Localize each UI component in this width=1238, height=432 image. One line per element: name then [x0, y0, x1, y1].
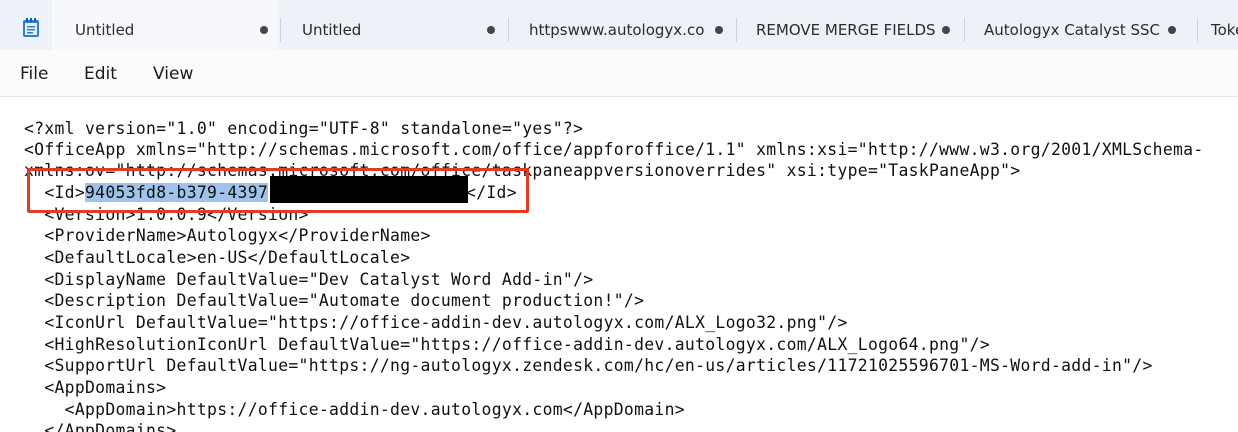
tab-title: Autologyx Catalyst SSC	[984, 21, 1160, 39]
menu-file[interactable]: File	[20, 64, 48, 84]
tab-title: httpswww.autologyx.co	[529, 21, 705, 39]
tab-separator	[736, 18, 737, 42]
tab-autologyx-catalyst-ssc[interactable]: Autologyx Catalyst SSC	[964, 0, 1190, 50]
editor-line: <?xml version="1.0" encoding="UTF-8" sta…	[24, 119, 584, 138]
annotation-highlight-box	[27, 168, 529, 213]
menu-view[interactable]: View	[153, 64, 193, 84]
tab-remove-merge-fields[interactable]: REMOVE MERGE FIELDS	[736, 0, 962, 50]
editor-line: </AppDomains>	[24, 421, 177, 432]
tab-separator	[508, 18, 509, 42]
unsaved-dot-icon[interactable]	[487, 26, 495, 34]
editor-line: <SupportUrl DefaultValue="https://ng-aut…	[24, 356, 1153, 375]
unsaved-dot-icon[interactable]	[942, 26, 950, 34]
unsaved-dot-icon[interactable]	[715, 26, 723, 34]
tab-bar: Untitled Untitled httpswww.autologyx.co …	[0, 0, 1238, 50]
editor-line: <Description DefaultValue="Automate docu…	[24, 291, 645, 310]
text-editor[interactable]: <?xml version="1.0" encoding="UTF-8" sta…	[0, 97, 1238, 432]
editor-line: <DisplayName DefaultValue="Dev Catalyst …	[24, 270, 594, 289]
editor-line: <DefaultLocale>en-US</DefaultLocale>	[24, 248, 411, 267]
tab-toke[interactable]: Toke	[1192, 0, 1238, 50]
tab-untitled-2[interactable]: Untitled	[280, 0, 506, 50]
editor-line: <IconUrl DefaultValue="https://office-ad…	[24, 313, 848, 332]
tab-separator	[964, 18, 965, 42]
editor-line: <AppDomain>https://office-addin-dev.auto…	[24, 400, 685, 419]
menu-bar: File Edit View	[0, 50, 1238, 97]
unsaved-dot-icon[interactable]	[1168, 26, 1176, 34]
editor-line: <HighResolutionIconUrl DefaultValue="htt…	[24, 335, 990, 354]
editor-line: <OfficeApp xmlns="http://schemas.microso…	[24, 140, 1204, 159]
tab-separator	[280, 18, 281, 42]
tab-autologyx-url[interactable]: httpswww.autologyx.co	[508, 0, 734, 50]
tab-title: REMOVE MERGE FIELDS	[756, 21, 936, 39]
menu-edit[interactable]: Edit	[84, 64, 117, 84]
editor-line: <ProviderName>Autologyx</ProviderName>	[24, 226, 431, 245]
unsaved-dot-icon[interactable]	[260, 26, 268, 34]
tab-separator	[1197, 18, 1198, 42]
tab-untitled-1[interactable]: Untitled	[52, 0, 278, 50]
tab-title: Untitled	[302, 21, 362, 39]
tab-title: Untitled	[75, 21, 135, 39]
editor-line: <AppDomains>	[24, 378, 167, 397]
notepad-app-icon	[23, 18, 39, 37]
tab-title: Toke	[1211, 21, 1238, 39]
